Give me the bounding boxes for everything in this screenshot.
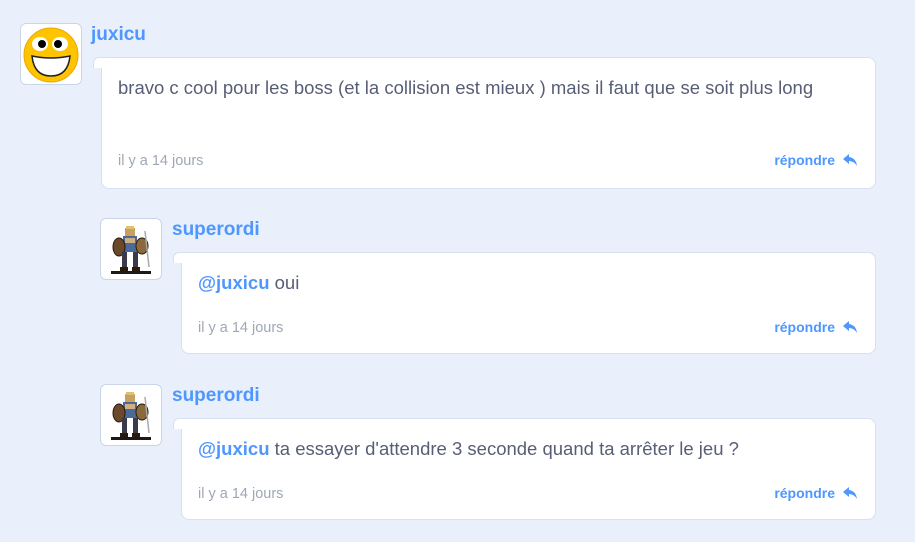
comment-bubble: @juxicu oui il y a 14 jours répondre	[173, 252, 876, 354]
bubble-tail	[173, 418, 188, 429]
comment-username[interactable]: superordi	[172, 385, 260, 407]
comment-text: @juxicu ta essayer d'attendre 3 seconde …	[198, 434, 859, 464]
comment-timestamp: il y a 14 jours	[198, 320, 284, 336]
reply-arrow-icon	[842, 153, 858, 167]
reply-label: répondre	[774, 152, 835, 168]
bubble-tail	[93, 57, 108, 68]
comment-content: ta essayer d'attendre 3 seconde quand ta…	[269, 438, 739, 459]
reply-label: répondre	[774, 485, 835, 501]
comment-reply: superordi @juxicu ta essayer d'attendre …	[0, 366, 915, 526]
avatar[interactable]	[100, 384, 162, 446]
reply-arrow-icon	[842, 486, 858, 500]
comment-bubble: @juxicu ta essayer d'attendre 3 seconde …	[173, 418, 876, 520]
comment-content: bravo c cool pour les boss (et la collis…	[118, 77, 814, 98]
reply-button[interactable]: répondre	[774, 152, 858, 168]
comment-timestamp: il y a 14 jours	[118, 153, 204, 169]
comment-bubble: bravo c cool pour les boss (et la collis…	[93, 57, 876, 189]
comment-text: @juxicu oui	[198, 268, 859, 298]
smiley-face-icon	[21, 24, 81, 84]
user-mention-link[interactable]: @juxicu	[198, 438, 270, 459]
comment-timestamp: il y a 14 jours	[198, 486, 284, 502]
comment-reply: superordi @juxicu oui il y a 14 jours ré…	[0, 200, 915, 360]
comment-text: bravo c cool pour les boss (et la collis…	[118, 73, 859, 103]
reply-arrow-icon	[842, 320, 858, 334]
reply-button[interactable]: répondre	[774, 319, 858, 335]
reply-button[interactable]: répondre	[774, 485, 858, 501]
avatar[interactable]	[20, 23, 82, 85]
pixel-warrior-icon	[101, 219, 161, 279]
comment-content: oui	[269, 272, 300, 293]
comment-username[interactable]: juxicu	[91, 24, 146, 46]
bubble-tail	[173, 252, 188, 263]
pixel-warrior-icon	[101, 385, 161, 445]
user-mention-link[interactable]: @juxicu	[198, 272, 270, 293]
comment-top-level: juxicu bravo c cool pour les boss (et la…	[0, 0, 915, 190]
avatar[interactable]	[100, 218, 162, 280]
reply-label: répondre	[774, 319, 835, 335]
comment-username[interactable]: superordi	[172, 219, 260, 241]
